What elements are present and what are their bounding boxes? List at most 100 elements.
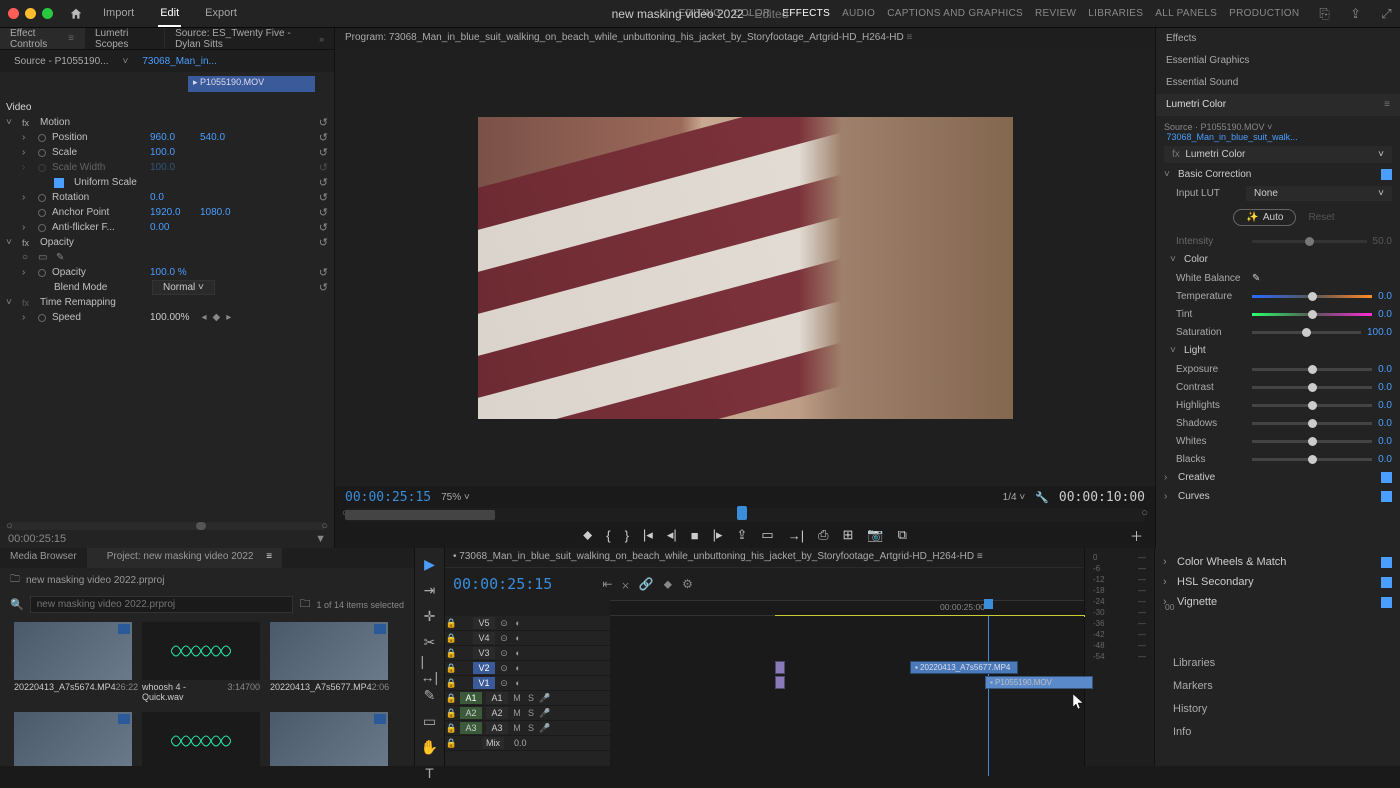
ws-allpanels[interactable]: ALL PANELS: [1155, 8, 1217, 19]
add-keyframe[interactable]: ◆: [213, 312, 221, 323]
sequence-tab[interactable]: • 73068_Man_in_blue_suit_walking_on_beac…: [445, 548, 1084, 568]
mute-icon[interactable]: M: [510, 693, 524, 703]
maximize-window[interactable]: [42, 8, 53, 19]
highlights-value[interactable]: 0.0: [1378, 400, 1392, 411]
reset-uniform[interactable]: ↺: [319, 176, 328, 189]
comparison-icon[interactable]: ⊞: [842, 527, 853, 543]
reset-scale[interactable]: ↺: [319, 146, 328, 159]
ws-audio[interactable]: AUDIO: [842, 8, 875, 19]
toggle-icon[interactable]: ◐: [511, 648, 525, 658]
program-scrubber[interactable]: ○ ○: [345, 508, 1145, 522]
auto-button[interactable]: ✨ Auto: [1233, 209, 1296, 226]
twirl-color[interactable]: ˅: [1170, 254, 1180, 265]
time-remap-effect[interactable]: Time Remapping: [40, 297, 132, 308]
prev-keyframe[interactable]: ◂: [201, 312, 206, 323]
nav-edit[interactable]: Edit: [158, 1, 181, 27]
lock-icon[interactable]: 🔒: [445, 648, 458, 659]
toggle-icon[interactable]: ◐: [511, 618, 525, 628]
fx-badge[interactable]: fx: [22, 118, 34, 128]
curves-enable[interactable]: [1381, 491, 1392, 502]
video-track-header[interactable]: 🔒V1⊙◐: [445, 676, 610, 691]
nav-import[interactable]: Import: [101, 1, 136, 27]
exposure-slider[interactable]: [1252, 368, 1372, 371]
playhead-icon[interactable]: [737, 506, 747, 520]
tint-value[interactable]: 0.0: [1378, 309, 1392, 320]
toggle-icon[interactable]: ◐: [511, 633, 525, 643]
reset-opacity-fx[interactable]: ↺: [319, 236, 328, 249]
reset-anchor[interactable]: ↺: [319, 206, 328, 219]
pen-mask-icon[interactable]: ✎: [56, 252, 68, 263]
twirl-opacity-fx[interactable]: ˅: [6, 237, 16, 248]
lock-icon[interactable]: 🔒: [445, 693, 458, 704]
close-window[interactable]: [8, 8, 19, 19]
creative-enable[interactable]: [1381, 472, 1392, 483]
exposure-value[interactable]: 0.0: [1378, 364, 1392, 375]
twirl-speed[interactable]: ›: [22, 312, 32, 323]
eye-icon[interactable]: ⊙: [497, 648, 511, 659]
twirl-curves[interactable]: ›: [1164, 491, 1174, 502]
solo-icon[interactable]: S: [524, 708, 538, 718]
keyframe-position[interactable]: [38, 134, 46, 142]
play-icon[interactable]: ■: [691, 528, 699, 543]
timeline-clip[interactable]: ▪ P1055190.MOV: [985, 676, 1093, 689]
mute-icon[interactable]: M: [510, 723, 524, 733]
twirl-basic[interactable]: ˅: [1164, 169, 1174, 180]
tab-essential-sound[interactable]: Essential Sound: [1156, 72, 1400, 94]
lock-icon[interactable]: 🔒: [445, 618, 458, 629]
zoom-dropdown[interactable]: 75% ˅: [441, 492, 470, 503]
basic-enable-checkbox[interactable]: [1381, 169, 1392, 180]
audio-track-header[interactable]: 🔒A2A2MS🎤: [445, 706, 610, 721]
ws-captions[interactable]: CAPTIONS AND GRAPHICS: [887, 8, 1023, 19]
blacks-value[interactable]: 0.0: [1378, 454, 1392, 465]
lift-icon[interactable]: ▭: [761, 527, 773, 543]
twirl-flicker[interactable]: ›: [22, 222, 32, 233]
track-area[interactable]: ▪ 20220413_A7s5677.MP4▪ P1055190.MOV: [610, 616, 1084, 766]
track-name[interactable]: V5: [473, 617, 495, 629]
timeline-clip[interactable]: [775, 661, 785, 674]
whites-value[interactable]: 0.0: [1378, 436, 1392, 447]
toggle-icon[interactable]: ◐: [511, 678, 525, 688]
keyframe-scale[interactable]: [38, 149, 46, 157]
ws-production[interactable]: PRODUCTION: [1229, 8, 1299, 19]
selection-tool-icon[interactable]: ▶: [421, 556, 439, 573]
share-icon[interactable]: ⇪: [1350, 6, 1361, 22]
lock-icon[interactable]: 🔒: [445, 708, 458, 719]
tab-effects[interactable]: Effects: [1156, 28, 1400, 50]
go-to-in-icon[interactable]: |◂: [643, 527, 653, 543]
marker-icon[interactable]: ⬥: [664, 577, 672, 592]
tab-essential-graphics[interactable]: Essential Graphics: [1156, 50, 1400, 72]
go-to-out-icon[interactable]: ⇪: [736, 527, 747, 543]
next-keyframe[interactable]: ▸: [226, 312, 231, 323]
timeline-ruler[interactable]: 00:00:25:00 00: [610, 600, 1084, 616]
solo-icon[interactable]: S: [524, 723, 538, 733]
twirl-time-remap[interactable]: ˅: [6, 297, 16, 308]
scale-value[interactable]: 100.0: [150, 147, 194, 158]
keyframe-opacity[interactable]: [38, 269, 46, 277]
opacity-value[interactable]: 100.0 %: [150, 267, 194, 278]
cwm-section[interactable]: Color Wheels & Match: [1177, 556, 1286, 568]
blacks-slider[interactable]: [1252, 458, 1372, 461]
export-frame-icon[interactable]: ⎙: [818, 527, 828, 543]
twirl-rotation[interactable]: ›: [22, 192, 32, 203]
hsl-enable[interactable]: [1381, 577, 1392, 588]
rectangle-tool-icon[interactable]: ▭: [421, 713, 439, 730]
nav-export[interactable]: Export: [203, 1, 239, 27]
reset-rotation[interactable]: ↺: [319, 191, 328, 204]
track-name[interactable]: A1: [486, 692, 508, 704]
in-point-icon[interactable]: {: [606, 528, 610, 543]
toggle-icon[interactable]: ◐: [511, 663, 525, 673]
cwm-enable[interactable]: [1381, 557, 1392, 568]
video-track-header[interactable]: 🔒V2⊙◐: [445, 661, 610, 676]
lock-icon[interactable]: 🔒: [445, 678, 458, 689]
step-back-icon[interactable]: ◂|: [667, 527, 677, 543]
tab-libraries[interactable]: Libraries: [1163, 652, 1392, 675]
video-track-header[interactable]: 🔒V4⊙◐: [445, 631, 610, 646]
insert-icon[interactable]: ⇤: [602, 577, 612, 591]
reset-opacity[interactable]: ↺: [319, 266, 328, 279]
tab-lumetri-scopes[interactable]: Lumetri Scopes: [85, 28, 165, 49]
program-tab[interactable]: Program: 73068_Man_in_blue_suit_walking_…: [335, 28, 1155, 50]
twirl-opacity[interactable]: ›: [22, 267, 32, 278]
mark-in-icon[interactable]: ⬥: [583, 527, 592, 543]
bin-icon[interactable]: 🗀: [10, 572, 20, 589]
project-item[interactable]: 73069_Man_in_blue_v...5:05: [14, 712, 132, 766]
